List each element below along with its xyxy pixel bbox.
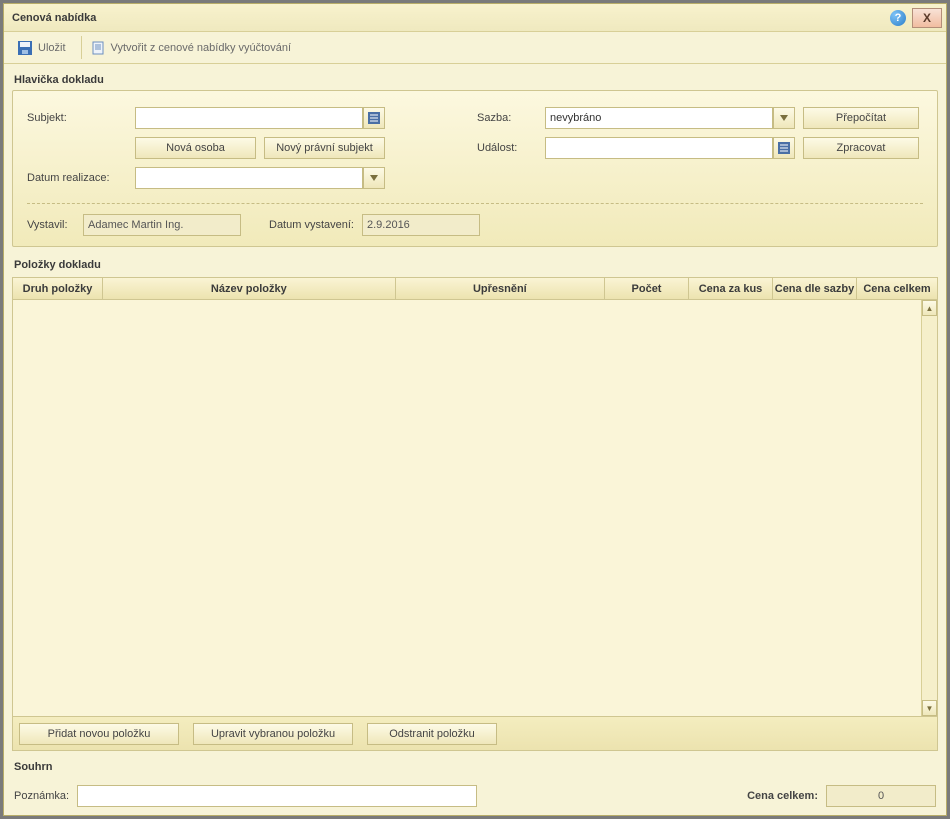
items-grid-header: Druh položky Název položky Upřesnění Poč… bbox=[13, 278, 937, 300]
event-lookup-button[interactable] bbox=[773, 137, 795, 159]
total-value: 0 bbox=[826, 785, 936, 807]
save-label: Uložit bbox=[38, 42, 66, 54]
scroll-down-button[interactable]: ▼ bbox=[922, 700, 937, 716]
create-invoice-label: Vytvořit z cenové nabídky vyúčtování bbox=[111, 42, 292, 54]
list-icon bbox=[368, 112, 380, 124]
column-header-total[interactable]: Cena celkem bbox=[857, 278, 937, 299]
rate-select[interactable] bbox=[545, 107, 773, 129]
column-header-unit-price[interactable]: Cena za kus bbox=[689, 278, 773, 299]
recalculate-button[interactable]: Přepočítat bbox=[803, 107, 919, 129]
help-icon[interactable]: ? bbox=[890, 10, 906, 26]
issuer-label: Vystavil: bbox=[27, 219, 75, 231]
save-button[interactable]: Uložit bbox=[9, 32, 81, 63]
realization-date-input[interactable] bbox=[135, 167, 363, 189]
subject-lookup-button[interactable] bbox=[363, 107, 385, 129]
header-divider bbox=[27, 203, 923, 204]
close-button[interactable]: X bbox=[912, 8, 942, 28]
add-item-button[interactable]: Přidat novou položku bbox=[19, 723, 179, 745]
window: Cenová nabídka ? X Uložit bbox=[3, 3, 947, 816]
new-legal-subject-button[interactable]: Nový právní subjekt bbox=[264, 137, 385, 159]
titlebar: Cenová nabídka ? X bbox=[4, 4, 946, 32]
rate-dropdown-button[interactable] bbox=[773, 107, 795, 129]
subject-input[interactable] bbox=[135, 107, 363, 129]
subject-label: Subjekt: bbox=[27, 112, 127, 124]
column-header-name[interactable]: Název položky bbox=[103, 278, 396, 299]
column-header-count[interactable]: Počet bbox=[605, 278, 689, 299]
note-input[interactable] bbox=[77, 785, 477, 807]
note-label: Poznámka: bbox=[14, 790, 69, 802]
realization-date-label: Datum realizace: bbox=[27, 172, 127, 184]
scroll-up-button[interactable]: ▲ bbox=[922, 300, 937, 316]
process-button[interactable]: Zpracovat bbox=[803, 137, 919, 159]
header-section-title: Hlavička dokladu bbox=[12, 68, 938, 90]
create-invoice-button[interactable]: Vytvořit z cenové nabídky vyúčtování bbox=[82, 32, 307, 63]
grid-scrollbar[interactable]: ▲ ▼ bbox=[921, 300, 937, 716]
issue-date-label: Datum vystavení: bbox=[269, 219, 354, 231]
new-person-button[interactable]: Nová osoba bbox=[135, 137, 256, 159]
summary-section-title: Souhrn bbox=[12, 755, 938, 777]
items-grid: Druh položky Název položky Upřesnění Poč… bbox=[12, 277, 938, 751]
delete-item-button[interactable]: Odstranit položku bbox=[367, 723, 497, 745]
column-header-type[interactable]: Druh položky bbox=[13, 278, 103, 299]
header-panel: Subjekt: bbox=[12, 90, 938, 247]
window-title: Cenová nabídka bbox=[12, 12, 96, 24]
realization-date-dropdown[interactable] bbox=[363, 167, 385, 189]
disk-icon bbox=[18, 41, 32, 55]
document-icon bbox=[91, 41, 105, 55]
event-label: Událost: bbox=[477, 142, 537, 154]
list-icon bbox=[778, 142, 790, 154]
chevron-down-icon bbox=[780, 115, 788, 121]
items-section-title: Položky dokladu bbox=[12, 253, 938, 275]
column-header-detail[interactable]: Upřesnění bbox=[396, 278, 605, 299]
issuer-field bbox=[83, 214, 241, 236]
event-input[interactable] bbox=[545, 137, 773, 159]
rate-label: Sazba: bbox=[477, 112, 537, 124]
items-grid-body[interactable]: ▲ ▼ bbox=[13, 300, 937, 716]
toolbar: Uložit Vytvořit z cenové nabídky vyúčtov… bbox=[4, 32, 946, 64]
issue-date-field bbox=[362, 214, 480, 236]
column-header-rate-price[interactable]: Cena dle sazby bbox=[773, 278, 857, 299]
total-label: Cena celkem: bbox=[747, 790, 818, 802]
items-grid-footer: Přidat novou položku Upravit vybranou po… bbox=[13, 716, 937, 750]
edit-item-button[interactable]: Upravit vybranou položku bbox=[193, 723, 353, 745]
chevron-down-icon bbox=[370, 175, 378, 181]
